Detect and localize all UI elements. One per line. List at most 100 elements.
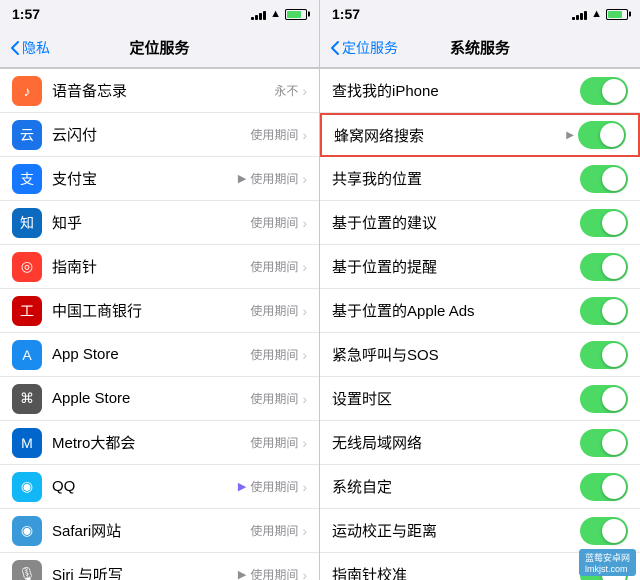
left-status-bar: 1:57 ▲ — [0, 0, 319, 28]
wifi-icon: ▲ — [270, 8, 281, 20]
app-icon: 工 — [12, 296, 42, 326]
item-right: 使用期间 › — [250, 434, 307, 451]
toggle-motion[interactable] — [580, 517, 628, 545]
item-value: 使用期间 — [250, 214, 298, 231]
left-list-item[interactable]: ♪ 语音备忘录 永不 › — [0, 69, 319, 113]
item-label: 云闪付 — [52, 124, 250, 145]
item-label: 中国工商银行 — [52, 300, 250, 321]
right-item-label: 蜂窝网络搜索 — [334, 125, 566, 146]
toggle-system_custom[interactable] — [580, 473, 628, 501]
left-list-item[interactable]: ⌘ Apple Store 使用期间 › — [0, 377, 319, 421]
left-status-icons: ▲ — [251, 8, 307, 20]
left-back-label: 隐私 — [22, 38, 50, 58]
item-label: App Store — [52, 346, 250, 363]
item-label: 指南针 — [52, 256, 250, 277]
toggle-timezone[interactable] — [580, 385, 628, 413]
right-back-label: 定位服务 — [342, 38, 398, 58]
right-list-section: 查找我的iPhone 蜂窝网络搜索 ▶ 共享我的位置 — [320, 68, 640, 580]
right-list-item[interactable]: 设置时区 — [320, 377, 640, 421]
left-list-item[interactable]: ◉ QQ ▶ 使用期间 › — [0, 465, 319, 509]
right-time: 1:57 — [332, 6, 360, 22]
item-value: 使用期间 — [250, 566, 298, 580]
left-list-item[interactable]: 支 支付宝 ▶ 使用期间 › — [0, 157, 319, 201]
right-item-label: 基于位置的提醒 — [332, 256, 580, 277]
item-value: 使用期间 — [250, 126, 298, 143]
item-value: 使用期间 — [250, 170, 298, 187]
item-value: 使用期间 — [250, 258, 298, 275]
toggle-apple_ads[interactable] — [580, 297, 628, 325]
app-icon: ♪ — [12, 76, 42, 106]
chevron-right-icon: › — [302, 171, 307, 187]
right-item-controls — [580, 165, 628, 193]
right-list-item[interactable]: 基于位置的Apple Ads — [320, 289, 640, 333]
chevron-right-icon: › — [302, 391, 307, 407]
app-icon: ⌘ — [12, 384, 42, 414]
toggle-share_location[interactable] — [580, 165, 628, 193]
right-status-icons: ▲ — [572, 8, 628, 20]
right-list-item[interactable]: 运动校正与距离 — [320, 509, 640, 553]
signal-icon — [251, 8, 266, 20]
toggle-find_iphone[interactable] — [580, 77, 628, 105]
item-value: 永不 — [274, 82, 298, 99]
item-value: 使用期间 — [250, 346, 298, 363]
item-right: 使用期间 › — [250, 346, 307, 363]
right-item-controls — [580, 385, 628, 413]
right-chevron-left-icon — [330, 40, 340, 56]
item-label: 知乎 — [52, 212, 250, 233]
left-list-item[interactable]: 云 云闪付 使用期间 › — [0, 113, 319, 157]
item-right: 使用期间 › — [250, 302, 307, 319]
chevron-right-icon: › — [302, 259, 307, 275]
item-label: 支付宝 — [52, 168, 238, 189]
right-nav-bar: 定位服务 系统服务 — [320, 28, 640, 68]
left-list-item[interactable]: 工 中国工商银行 使用期间 › — [0, 289, 319, 333]
right-list-item[interactable]: 基于位置的建议 — [320, 201, 640, 245]
right-item-controls — [580, 473, 628, 501]
chevron-right-icon: › — [302, 523, 307, 539]
item-value: 使用期间 — [250, 522, 298, 539]
item-right: 使用期间 › — [250, 522, 307, 539]
app-icon: ◉ — [12, 472, 42, 502]
app-icon: ◉ — [12, 516, 42, 546]
chevron-right-icon: › — [302, 215, 307, 231]
toggle-location_suggest[interactable] — [580, 209, 628, 237]
location-icon: ▶ — [238, 568, 246, 580]
left-list-section: ♪ 语音备忘录 永不 › 云 云闪付 使用期间 › 支 支付宝 ▶ 使用期间 ›… — [0, 68, 319, 580]
left-time: 1:57 — [12, 6, 40, 22]
left-list-item[interactable]: ◉ Safari网站 使用期间 › — [0, 509, 319, 553]
chevron-right-icon: › — [302, 479, 307, 495]
app-icon: 云 — [12, 120, 42, 150]
right-item-label: 紧急呼叫与SOS — [332, 344, 580, 365]
right-item-label: 运动校正与距离 — [332, 520, 580, 541]
right-item-label: 基于位置的建议 — [332, 212, 580, 233]
right-list-item[interactable]: 蜂窝网络搜索 ▶ — [320, 113, 640, 157]
left-list-item[interactable]: 🎙 Siri 与听写 ▶ 使用期间 › — [0, 553, 319, 580]
toggle-wifi_network[interactable] — [580, 429, 628, 457]
left-list-item[interactable]: 知 知乎 使用期间 › — [0, 201, 319, 245]
left-panel: 1:57 ▲ 隐私 定位服务 — [0, 0, 320, 580]
left-list-item[interactable]: M Metro大都会 使用期间 › — [0, 421, 319, 465]
right-item-label: 设置时区 — [332, 388, 580, 409]
app-icon: A — [12, 340, 42, 370]
item-right: 永不 › — [274, 82, 307, 99]
item-value: 使用期间 — [250, 478, 298, 495]
chevron-left-icon — [10, 40, 20, 56]
right-list-item[interactable]: 无线局域网络 — [320, 421, 640, 465]
item-label: Safari网站 — [52, 520, 250, 541]
item-right: ▶ 使用期间 › — [238, 170, 307, 187]
item-label: 语音备忘录 — [52, 80, 274, 101]
left-list-item[interactable]: ◎ 指南针 使用期间 › — [0, 245, 319, 289]
app-icon: 🎙 — [12, 560, 42, 580]
right-list-item[interactable]: 紧急呼叫与SOS — [320, 333, 640, 377]
right-back-button[interactable]: 定位服务 — [330, 38, 398, 58]
toggle-location_remind[interactable] — [580, 253, 628, 281]
right-list-item[interactable]: 共享我的位置 — [320, 157, 640, 201]
toggle-cellular[interactable] — [578, 121, 626, 149]
right-nav-title: 系统服务 — [450, 37, 510, 58]
toggle-emergency[interactable] — [580, 341, 628, 369]
right-panel: 1:57 ▲ 定位服务 系统 — [320, 0, 640, 580]
right-list-item[interactable]: 查找我的iPhone — [320, 69, 640, 113]
right-list-item[interactable]: 基于位置的提醒 — [320, 245, 640, 289]
right-list-item[interactable]: 系统自定 — [320, 465, 640, 509]
left-back-button[interactable]: 隐私 — [10, 38, 50, 58]
left-list-item[interactable]: A App Store 使用期间 › — [0, 333, 319, 377]
